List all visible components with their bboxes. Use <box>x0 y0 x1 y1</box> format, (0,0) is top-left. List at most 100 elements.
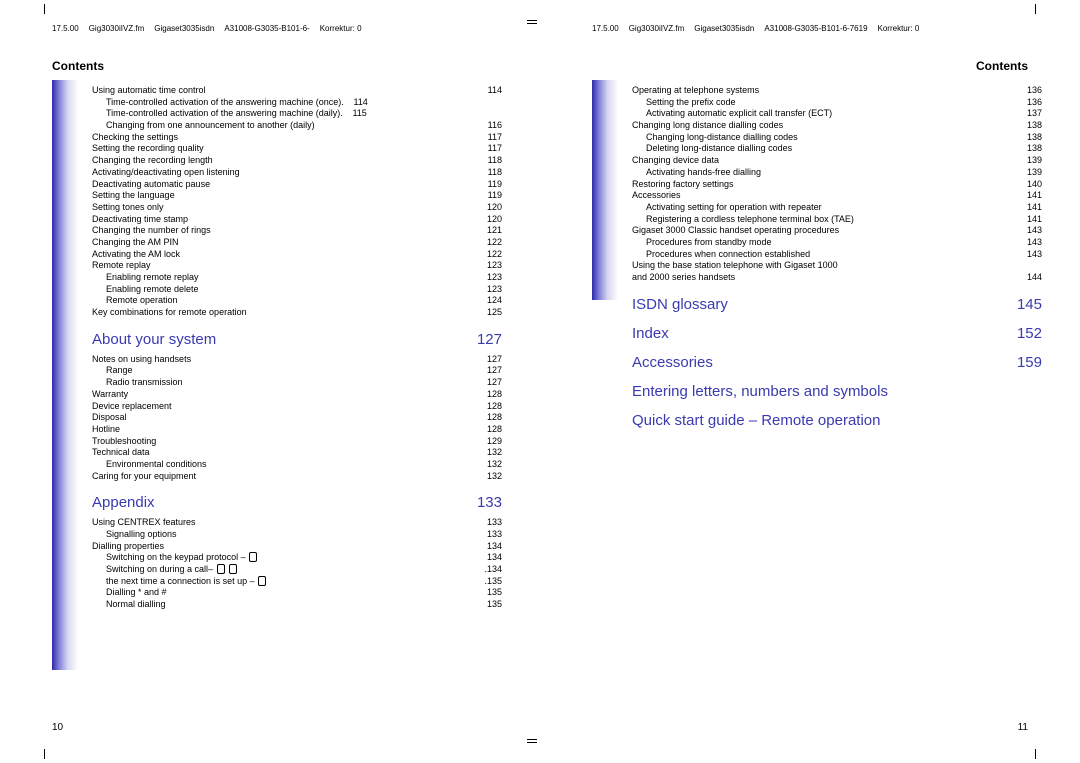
gradient-bar-left <box>52 80 78 670</box>
page-left: 17.5.00Gig3030iIVZ.fmGigaset3035isdnA310… <box>0 0 540 763</box>
toc-entry-label: Remote operation <box>92 295 178 307</box>
header-left: 17.5.00Gig3030iIVZ.fmGigaset3035isdnA310… <box>52 24 488 33</box>
toc-entry-label: Time-controlled activation of the answer… <box>92 97 341 109</box>
toc-body-left: Using automatic time control114Time-cont… <box>92 85 502 611</box>
toc-section-page: 133 <box>472 494 502 511</box>
page-number-right: 11 <box>1018 722 1028 733</box>
toc-entry-label: Enabling remote delete <box>92 284 199 296</box>
toc-entry-label: Setting tones only <box>92 202 164 214</box>
toc-entry: Key combinations for remote operation125 <box>92 307 502 319</box>
header-field: 17.5.00 <box>592 24 619 33</box>
toc-entry-page: 134 <box>478 552 502 564</box>
toc-entry-page: 140 <box>1018 179 1042 191</box>
toc-entry-page: 122 <box>478 237 502 249</box>
toc-body-right: Operating at telephone systems136Setting… <box>632 85 1042 435</box>
toc-entry-label: Changing device data <box>632 155 719 167</box>
toc-entry-label: Enabling remote replay <box>92 272 199 284</box>
toc-entry-label: the next time a connection is set up – <box>92 576 267 588</box>
header-field: Gig3030iIVZ.fm <box>629 24 685 33</box>
toc-section: Index 152 <box>632 325 1042 342</box>
toc-entry-label: Using the base station telephone with Gi… <box>632 260 838 272</box>
toc-entry-page: 128 <box>478 424 502 436</box>
toc-section-label: Accessories <box>632 354 713 371</box>
toc-entry-label: Changing the AM PIN <box>92 237 179 249</box>
toc-section: Quick start guide – Remote operation <box>632 412 1042 429</box>
toc-entry: Restoring factory settings 140 <box>632 179 1042 191</box>
toc-entry: Dialling properties134 <box>92 541 502 553</box>
toc-entry-label: Gigaset 3000 Classic handset operating p… <box>632 225 839 237</box>
toc-entry-label: Notes on using handsets <box>92 354 191 366</box>
toc-entry: Changing long distance dialling codes138 <box>632 120 1042 132</box>
toc-entry-label: Changing from one announcement to anothe… <box>92 120 315 132</box>
toc-entry-page: 121 <box>478 225 502 237</box>
toc-entry-page: 132 <box>478 459 502 471</box>
toc-entry: Deleting long-distance dialling codes138 <box>632 143 1042 155</box>
toc-entry-label: Device replacement <box>92 401 172 413</box>
toc-entry-page: .134 <box>478 564 502 576</box>
page-right: 17.5.00Gig3030iIVZ.fmGigaset3035isdnA310… <box>540 0 1080 763</box>
toc-entry: Changing from one announcement to anothe… <box>92 120 502 132</box>
toc-entry-label: Dialling * and # <box>92 587 167 599</box>
header-field: Korrektur: 0 <box>320 24 362 33</box>
toc-entry: Dialling * and #135 <box>92 587 502 599</box>
toc-section: Appendix133 <box>92 494 502 511</box>
toc-entry-label: Activating/deactivating open listening <box>92 167 240 179</box>
toc-entry-page: 123 <box>478 272 502 284</box>
toc-entry: Switching on during a call– .134 <box>92 564 502 576</box>
key-icon <box>229 564 237 574</box>
toc-entry-label: Switching on during a call– <box>92 564 238 576</box>
toc-entry-page: 138 <box>1018 143 1042 155</box>
toc-entry-label: Checking the settings <box>92 132 178 144</box>
toc-section: About your system127 <box>92 331 502 348</box>
header-field: A31008-G3035-B101-6-7619 <box>764 24 867 33</box>
toc-entry: Procedures when connection established14… <box>632 249 1042 261</box>
toc-entry-label: Accessories <box>632 190 681 202</box>
toc-entry-page: 135 <box>478 599 502 611</box>
toc-entry: Deactivating automatic pause119 <box>92 179 502 191</box>
toc-entry-page: 136 <box>1018 97 1042 109</box>
toc-entry-page: 116 <box>478 120 502 132</box>
toc-entry-label: Technical data <box>92 447 150 459</box>
toc-section-label: ISDN glossary <box>632 296 728 313</box>
toc-entry-page: 117 <box>478 143 502 155</box>
toc-entry-page: 143 <box>1018 237 1042 249</box>
key-icon <box>258 576 266 586</box>
toc-entry-page: 124 <box>478 295 502 307</box>
toc-entry-page: 143 <box>1018 225 1042 237</box>
toc-entry-label: Deactivating time stamp <box>92 214 188 226</box>
toc-entry-label: Registering a cordless telephone termina… <box>632 214 854 226</box>
toc-entry-label: Procedures from standby mode <box>632 237 772 249</box>
toc-section-label: Quick start guide – Remote operation <box>632 412 880 429</box>
toc-entry-label: Changing the recording length <box>92 155 213 167</box>
toc-entry: Remote replay123 <box>92 260 502 272</box>
toc-entry-page: 139 <box>1018 167 1042 179</box>
toc-section-page: 159 <box>1012 354 1042 371</box>
toc-entry-label: Using automatic time control <box>92 85 206 97</box>
toc-entry: Setting the recording quality117 <box>92 143 502 155</box>
toc-entry: Procedures from standby mode 143 <box>632 237 1042 249</box>
toc-entry-label: Restoring factory settings <box>632 179 734 191</box>
toc-section: ISDN glossary145 <box>632 296 1042 313</box>
toc-entry-page: 133 <box>478 517 502 529</box>
toc-entry-page: 128 <box>478 401 502 413</box>
toc-entry: Deactivating time stamp 120 <box>92 214 502 226</box>
toc-entry-page: 134 <box>478 541 502 553</box>
toc-entry: Changing device data139 <box>632 155 1042 167</box>
header-field: Gigaset3035isdn <box>154 24 214 33</box>
contents-heading-right: Contents <box>592 59 1028 73</box>
toc-entry: Technical data 132 <box>92 447 502 459</box>
toc-section-label: Index <box>632 325 669 342</box>
toc-entry-label: Switching on the keypad protocol – <box>92 552 258 564</box>
toc-entry-page: 132 <box>478 447 502 459</box>
page-number-left: 10 <box>52 722 63 733</box>
toc-entry: Troubleshooting129 <box>92 436 502 448</box>
toc-entry-label: Using CENTREX features <box>92 517 196 529</box>
toc-entry-page: 114 <box>344 97 368 109</box>
toc-entry: Changing long-distance dialling codes138 <box>632 132 1042 144</box>
toc-section-page: 152 <box>1012 325 1042 342</box>
toc-entry-page: 114 <box>478 85 502 97</box>
toc-entry-page: 120 <box>478 214 502 226</box>
toc-entry: Time-controlled activation of the answer… <box>92 108 502 120</box>
toc-entry: Using automatic time control 114 <box>92 85 502 97</box>
toc-entry-page: .135 <box>478 576 502 588</box>
